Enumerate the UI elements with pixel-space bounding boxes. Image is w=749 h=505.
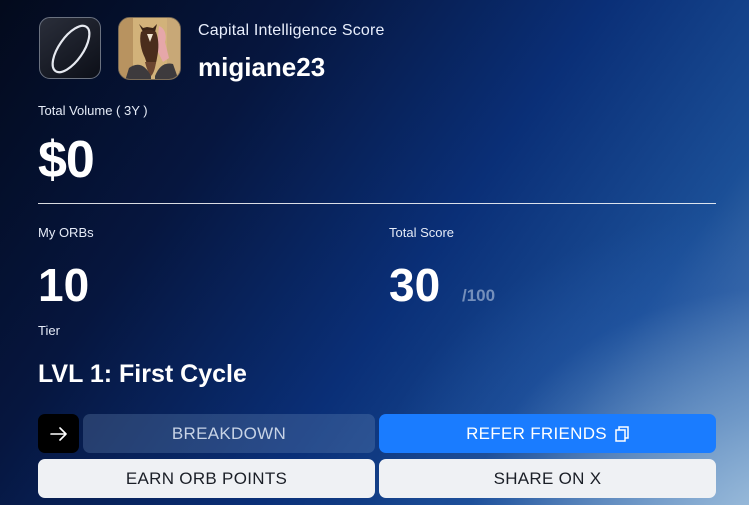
share-on-x-button-label: SHARE ON X (493, 468, 602, 488)
tier-value: LVL 1: First Cycle (38, 360, 247, 388)
page-subtitle: Capital Intelligence Score (198, 22, 385, 39)
my-orbs-label: My ORBs (38, 225, 94, 240)
username: migiane23 (198, 52, 326, 82)
copy-icon (615, 425, 629, 442)
arrow-right-icon (49, 426, 67, 441)
total-score-value: 30 (389, 259, 441, 311)
total-volume-value: $0 (38, 131, 95, 189)
refer-friends-button-label: REFER FRIENDS (466, 423, 607, 443)
breakdown-button-label: BREAKDOWN (171, 423, 287, 443)
total-volume-label: Total Volume ( 3Y ) (38, 103, 148, 118)
my-orbs-value: 10 (38, 259, 90, 311)
share-on-x-button[interactable]: SHARE ON X (379, 459, 716, 498)
tier-label: Tier (38, 323, 60, 338)
earn-orb-points-button[interactable]: EARN ORB POINTS (38, 459, 375, 498)
orb-logo-icon (51, 24, 91, 74)
earn-orb-points-button-label: EARN ORB POINTS (125, 468, 288, 488)
total-score-label: Total Score (389, 225, 455, 240)
arrow-button[interactable] (38, 414, 79, 453)
refer-friends-button[interactable]: REFER FRIENDS (379, 414, 716, 453)
horse-avatar-image (119, 18, 180, 79)
divider (38, 203, 716, 204)
avatar[interactable] (118, 17, 181, 80)
breakdown-button[interactable]: BREAKDOWN (83, 414, 375, 453)
total-score-max: /100 (462, 286, 496, 305)
brand-logo (39, 17, 101, 79)
